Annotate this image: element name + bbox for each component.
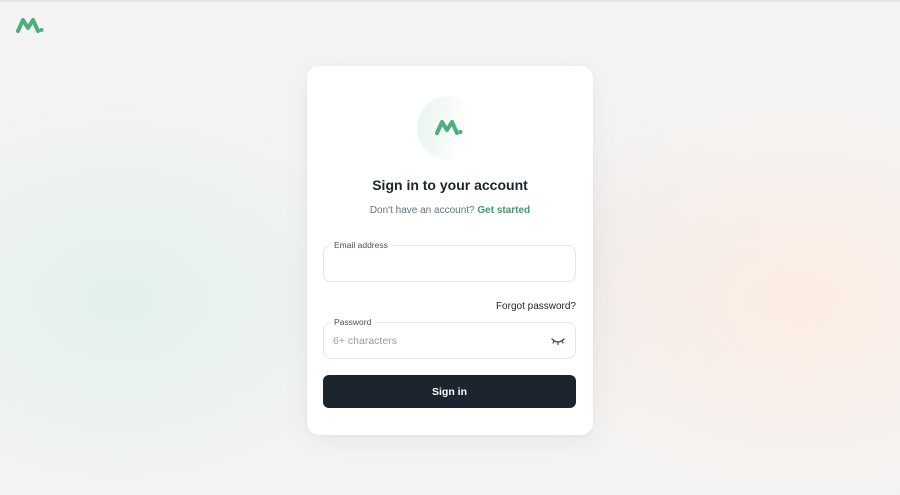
page-title: Sign in to your account <box>372 177 528 193</box>
top-divider <box>0 0 900 2</box>
forgot-password-link[interactable]: Forgot password? <box>496 301 576 312</box>
sign-in-button[interactable]: Sign in <box>323 375 576 408</box>
email-input[interactable] <box>333 255 543 273</box>
signup-prompt-row: Don't have an account? Get started <box>307 205 593 216</box>
password-label: Password <box>330 316 376 328</box>
get-started-link[interactable]: Get started <box>477 205 530 216</box>
corner-logo-icon[interactable] <box>16 16 44 34</box>
signup-prompt-text: Don't have an account? <box>369 205 475 216</box>
password-field[interactable]: Password <box>323 316 576 359</box>
brand-badge <box>417 96 481 160</box>
email-field[interactable]: Email address <box>323 239 576 282</box>
mountain-logo-icon <box>435 120 463 135</box>
eye-closed-icon[interactable] <box>551 335 565 347</box>
password-input[interactable] <box>333 332 543 350</box>
sign-in-card: Sign in to your account Don't have an ac… <box>307 66 593 435</box>
email-label: Email address <box>330 239 392 251</box>
